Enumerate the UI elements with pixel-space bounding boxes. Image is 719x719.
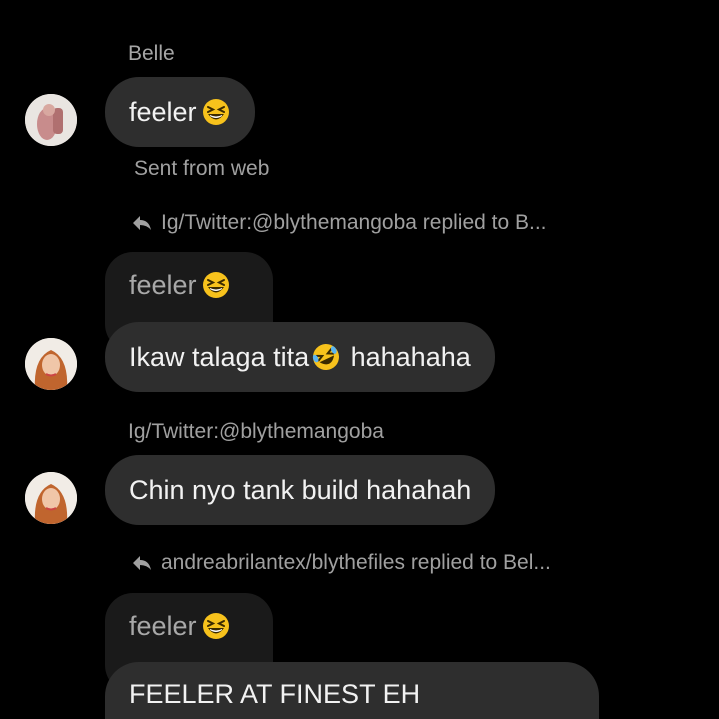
- quoted-text: feeler: [129, 611, 197, 641]
- message-bubble[interactable]: Ikaw talaga tita hahahaha: [105, 322, 495, 392]
- reply-header-text: andreabrilantex/blythefiles replied to B…: [161, 551, 551, 574]
- avatar-blythemangoba[interactable]: [25, 338, 77, 390]
- message-text: Chin nyo tank build hahahah: [129, 474, 472, 505]
- avatar-belle[interactable]: [25, 94, 77, 146]
- message-bubble[interactable]: Chin nyo tank build hahahah: [105, 455, 496, 525]
- rolling-laughing-face-icon: [312, 344, 340, 370]
- message-text: Ikaw talaga tita: [129, 341, 310, 372]
- message-bubble[interactable]: FEELER AT FINEST EH: [105, 662, 599, 719]
- message-text-after: hahahaha: [343, 341, 471, 372]
- message-text: FEELER AT FINEST EH: [129, 679, 421, 709]
- quoted-text: feeler: [129, 270, 197, 300]
- reply-header: andreabrilantex/blythefiles replied to B…: [131, 551, 551, 575]
- reply-header-text: Ig/Twitter:@blythemangoba replied to B..…: [161, 211, 547, 234]
- sender-name: Belle: [128, 42, 175, 65]
- grinning-squinting-face-icon: [202, 99, 229, 125]
- message-text: feeler: [129, 96, 197, 127]
- grinning-squinting-face-icon: [202, 272, 229, 298]
- avatar-blythemangoba[interactable]: [25, 472, 77, 524]
- sent-from-label: Sent from web: [134, 157, 270, 180]
- grinning-squinting-face-icon: [202, 613, 229, 639]
- reply-arrow-icon: [133, 216, 151, 230]
- reply-header: Ig/Twitter:@blythemangoba replied to B..…: [131, 211, 547, 235]
- sender-label: Ig/Twitter:@blythemangoba: [128, 420, 384, 443]
- message-bubble[interactable]: feeler: [105, 77, 255, 147]
- reply-arrow-icon: [133, 556, 151, 570]
